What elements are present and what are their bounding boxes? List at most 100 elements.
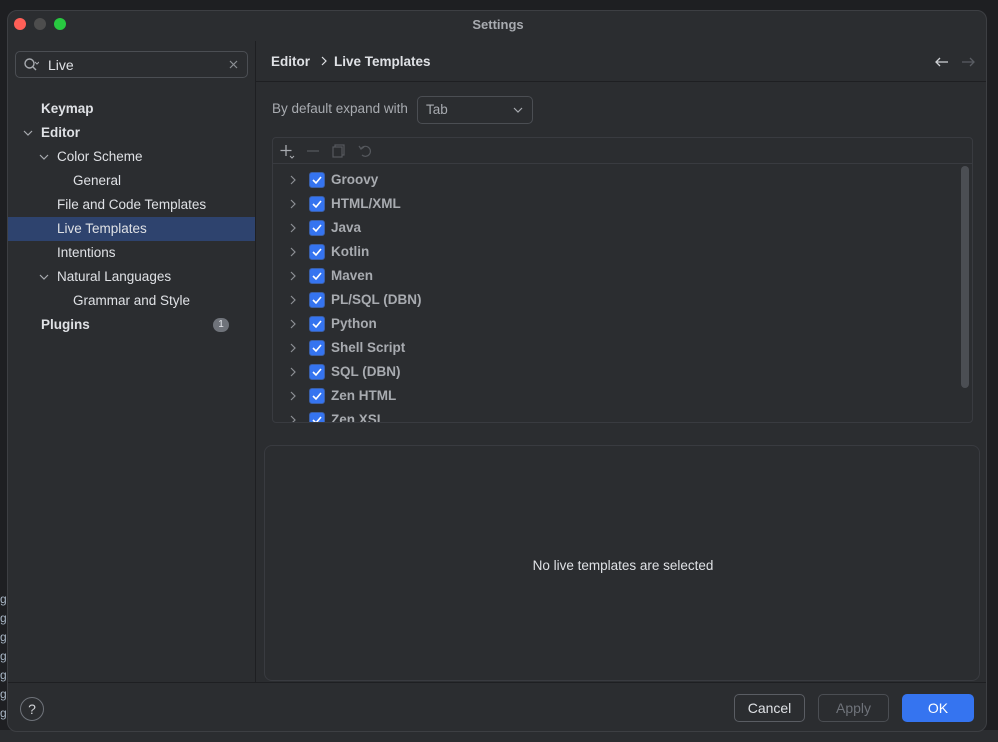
templates-toolbar [273, 138, 972, 164]
chevron-right-icon[interactable] [289, 223, 297, 233]
template-group-checkbox[interactable] [309, 364, 325, 380]
template-group-checkbox[interactable] [309, 196, 325, 212]
template-group-checkbox[interactable] [309, 412, 325, 422]
sidebar-item-label: General [73, 173, 122, 188]
add-icon[interactable] [279, 143, 295, 159]
template-group-label: HTML/XML [331, 196, 401, 211]
template-group-checkbox[interactable] [309, 220, 325, 236]
template-group-label: Zen XSL [331, 412, 386, 423]
template-group-checkbox[interactable] [309, 292, 325, 308]
sidebar-item-editor[interactable]: Editor [8, 121, 255, 145]
template-group-row[interactable]: Shell Script [273, 336, 963, 360]
sidebar-item-label: Color Scheme [57, 149, 143, 164]
clear-icon[interactable] [227, 58, 240, 71]
sidebar-item-label: Plugins [41, 317, 90, 332]
search-input[interactable] [48, 56, 218, 74]
empty-selection-message: No live templates are selected [532, 558, 714, 573]
apply-button[interactable]: Apply [818, 694, 889, 722]
template-group-row[interactable]: HTML/XML [273, 192, 963, 216]
chevron-right-icon[interactable] [289, 247, 297, 257]
chevron-right-icon[interactable] [289, 175, 297, 185]
chevron-right-icon[interactable] [289, 271, 297, 281]
sidebar-item-label: Editor [41, 125, 80, 140]
template-group-checkbox[interactable] [309, 388, 325, 404]
template-detail-panel: No live templates are selected [264, 445, 980, 681]
sidebar-item-label: Natural Languages [57, 269, 172, 284]
sidebar-item-live-templates[interactable]: Live Templates [8, 217, 255, 241]
template-group-label: PL/SQL (DBN) [331, 292, 422, 307]
template-group-row[interactable]: PL/SQL (DBN) [273, 288, 963, 312]
live-templates-panel: By default expand with Tab Groovy HTML/X… [256, 83, 986, 682]
template-group-label: Python [331, 316, 377, 331]
settings-content: Editor Live Templates By default expand … [256, 41, 986, 682]
template-group-row[interactable]: Zen HTML [273, 384, 963, 408]
template-group-row[interactable]: Groovy [273, 168, 963, 192]
template-group-label: SQL (DBN) [331, 364, 401, 379]
sidebar-item-label: File and Code Templates [57, 197, 207, 212]
help-button[interactable]: ? [20, 697, 44, 721]
chevron-right-icon [321, 56, 327, 66]
breadcrumb-current: Live Templates [334, 54, 431, 69]
sidebar-item-label: Grammar and Style [73, 293, 191, 308]
chevron-right-icon[interactable] [289, 367, 297, 377]
copy-icon[interactable] [331, 143, 347, 159]
cancel-button[interactable]: Cancel [734, 694, 805, 722]
chevron-right-icon[interactable] [289, 295, 297, 305]
template-group-row[interactable]: Maven [273, 264, 963, 288]
template-group-row[interactable]: SQL (DBN) [273, 360, 963, 384]
restore-icon[interactable] [357, 143, 373, 159]
sidebar-item-general[interactable]: General [8, 169, 255, 193]
sidebar-item-intentions[interactable]: Intentions [8, 241, 255, 265]
expand-with-label: By default expand with [272, 101, 408, 116]
arrow-right-icon[interactable] [960, 56, 976, 68]
template-group-checkbox[interactable] [309, 316, 325, 332]
sidebar-item-color-scheme[interactable]: Color Scheme [8, 145, 255, 169]
sidebar-item-keymap[interactable]: Keymap [8, 97, 255, 121]
chevron-down-icon[interactable] [39, 272, 49, 282]
search-icon [24, 58, 39, 71]
chevron-down-icon[interactable] [39, 152, 49, 162]
template-group-row[interactable]: Python [273, 312, 963, 336]
template-group-label: Java [331, 220, 362, 235]
plugins-update-badge: 1 [213, 318, 229, 332]
template-group-label: Shell Script [331, 340, 406, 355]
ok-button[interactable]: OK [902, 694, 974, 722]
template-group-row[interactable]: Kotlin [273, 240, 963, 264]
arrow-left-icon[interactable] [934, 56, 950, 68]
sidebar-item-natural-languages[interactable]: Natural Languages [8, 265, 255, 289]
settings-search-box[interactable] [15, 51, 248, 78]
settings-sidebar: Keymap Editor Color Scheme General File … [8, 41, 255, 682]
template-group-checkbox[interactable] [309, 340, 325, 356]
sidebar-item-label: Live Templates [57, 221, 147, 236]
template-group-checkbox[interactable] [309, 172, 325, 188]
template-group-label: Groovy [331, 172, 379, 187]
templates-tree-panel: Groovy HTML/XML Java Kotlin Maven PL/SQL… [272, 137, 973, 423]
sidebar-item-grammar-and-style[interactable]: Grammar and Style [8, 289, 255, 313]
sidebar-item-label: Intentions [57, 245, 116, 260]
template-group-label: Kotlin [331, 244, 370, 259]
settings-dialog: Settings Keymap Editor Color Scheme [7, 10, 987, 732]
title-bar: Settings [8, 11, 986, 41]
breadcrumb-editor[interactable]: Editor [271, 54, 310, 69]
template-group-row[interactable]: Java [273, 216, 963, 240]
template-group-checkbox[interactable] [309, 244, 325, 260]
remove-icon[interactable] [305, 143, 321, 159]
sidebar-item-plugins[interactable]: Plugins 1 [8, 313, 255, 337]
chevron-right-icon[interactable] [289, 391, 297, 401]
expand-with-select[interactable]: Tab [417, 96, 533, 124]
window-title: Settings [472, 17, 524, 32]
template-group-label: Maven [331, 268, 374, 283]
chevron-right-icon[interactable] [289, 319, 297, 329]
chevron-down-icon [513, 107, 523, 113]
expand-with-value: Tab [426, 102, 448, 117]
content-header: Editor Live Templates [256, 41, 986, 82]
template-group-checkbox[interactable] [309, 268, 325, 284]
templates-list: Groovy HTML/XML Java Kotlin Maven PL/SQL… [273, 165, 972, 423]
template-group-row[interactable]: Zen XSL [273, 408, 963, 423]
chevron-right-icon[interactable] [289, 199, 297, 209]
chevron-down-icon[interactable] [23, 128, 33, 138]
chevron-right-icon[interactable] [289, 415, 297, 423]
chevron-right-icon[interactable] [289, 343, 297, 353]
templates-scrollbar[interactable] [961, 166, 969, 388]
sidebar-item-file-and-code-templates[interactable]: File and Code Templates [8, 193, 255, 217]
